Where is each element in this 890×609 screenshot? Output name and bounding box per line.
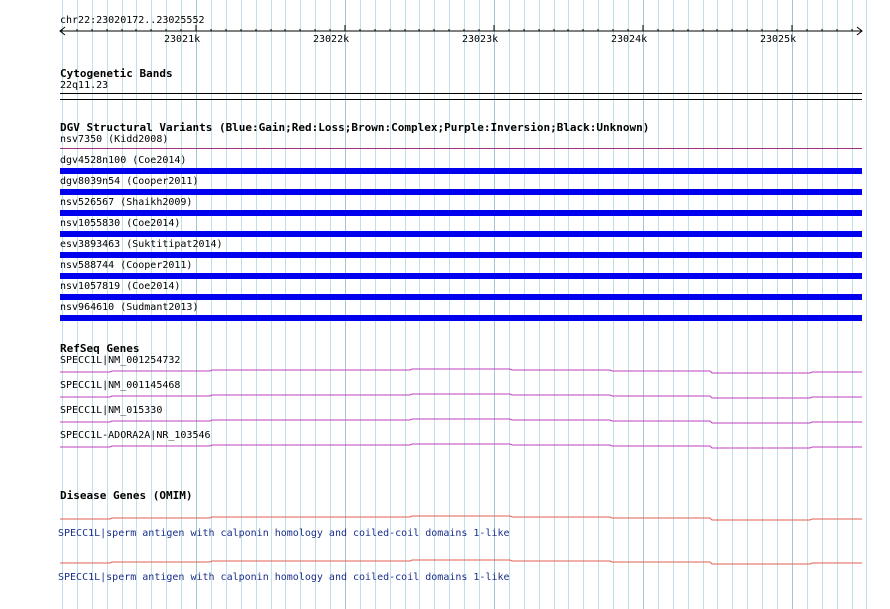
gene-model-line [60, 559, 862, 565]
genome-browser-panel: chr22:23020172..23025552 23021k 23022k 230… [0, 0, 890, 609]
omim-gene-feature[interactable] [0, 0, 890, 609]
